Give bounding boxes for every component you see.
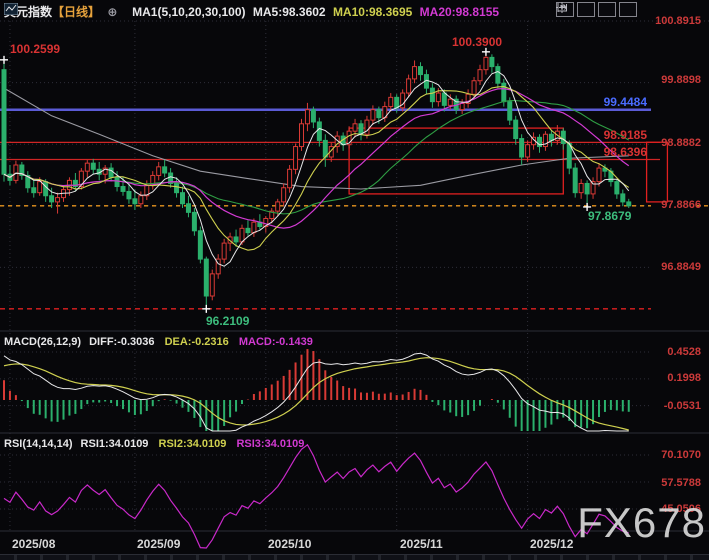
swing-low2-label: 97.8679 (588, 209, 631, 223)
fx678-watermark: FX678 (577, 499, 706, 547)
macd-diff-value: DIFF:-0.3036 (89, 336, 154, 348)
price-chart-canvas[interactable] (0, 0, 709, 560)
macd-tick-1: 0.4528 (667, 346, 701, 358)
macd-tick-3: -0.0531 (664, 400, 701, 412)
expand-icon[interactable]: ⊕ (107, 5, 117, 19)
rsi3-value: RSI3:34.0109 (236, 438, 304, 450)
price-tick-5: 96.8849 (661, 261, 701, 273)
compress-left-icon[interactable] (577, 2, 595, 17)
ma-legend: MA1(5,10,20,30,100) (132, 5, 245, 19)
macd-hist-value: MACD:-0.1439 (239, 336, 313, 348)
pan-right-icon[interactable] (619, 2, 637, 17)
price-tick-4: 97.8866 (661, 199, 701, 211)
swing-high2-label: 100.3900 (452, 35, 502, 49)
chart-window: { "header": { "title": "美元指数", "period_t… (0, 0, 709, 560)
macd-params: MACD(26,12,9) (4, 336, 81, 348)
cropped-bottom-strip (0, 554, 709, 560)
macd-dea-value: DEA:-0.2316 (165, 336, 229, 348)
month-label-sep: 2025/09 (137, 537, 180, 551)
rsi-tick-1: 70.1070 (661, 449, 701, 461)
month-label-dec: 2025/12 (530, 537, 573, 551)
ma20-value: MA20:98.8155 (420, 5, 499, 19)
compress-right-icon[interactable] (598, 2, 616, 17)
price-tick-3: 98.8882 (661, 137, 701, 149)
ma5-value: MA5:98.3602 (253, 5, 326, 19)
legend-bar: 美元指数【日线】 ⊕ MA1(5,10,20,30,100) MA5:98.36… (4, 3, 503, 20)
rsi-legend: RSI(14,14,14) RSI1:34.0109 RSI2:34.0109 … (4, 438, 304, 450)
red-level1-label: 98.9185 (604, 128, 647, 142)
macd-tick-2: 0.1998 (667, 372, 701, 384)
price-tick-2: 99.8898 (661, 74, 701, 86)
rsi2-value: RSI2:34.0109 (159, 438, 227, 450)
macd-legend: MACD(26,12,9) DIFF:-0.3036 DEA:-0.2316 M… (4, 336, 313, 348)
month-label-oct: 2025/10 (268, 537, 311, 551)
month-label-nov: 2025/11 (400, 537, 443, 551)
month-label-aug: 2025/08 (12, 537, 55, 551)
period-tag[interactable]: 【日线】 (52, 5, 100, 19)
red-level2-label: 98.6396 (604, 145, 647, 159)
swing-low1-label: 96.2109 (206, 314, 249, 328)
ma10-value: MA10:98.3695 (333, 5, 412, 19)
rsi-tick-2: 57.5788 (661, 477, 701, 489)
price-tick-1: 100.8915 (655, 15, 701, 27)
swing-high1-label: 100.2599 (10, 42, 60, 56)
blue-level-label: 99.4484 (604, 95, 647, 109)
chart-toolbar (556, 2, 637, 17)
rsi1-value: RSI1:34.0109 (81, 438, 149, 450)
rsi-params: RSI(14,14,14) (4, 438, 72, 450)
